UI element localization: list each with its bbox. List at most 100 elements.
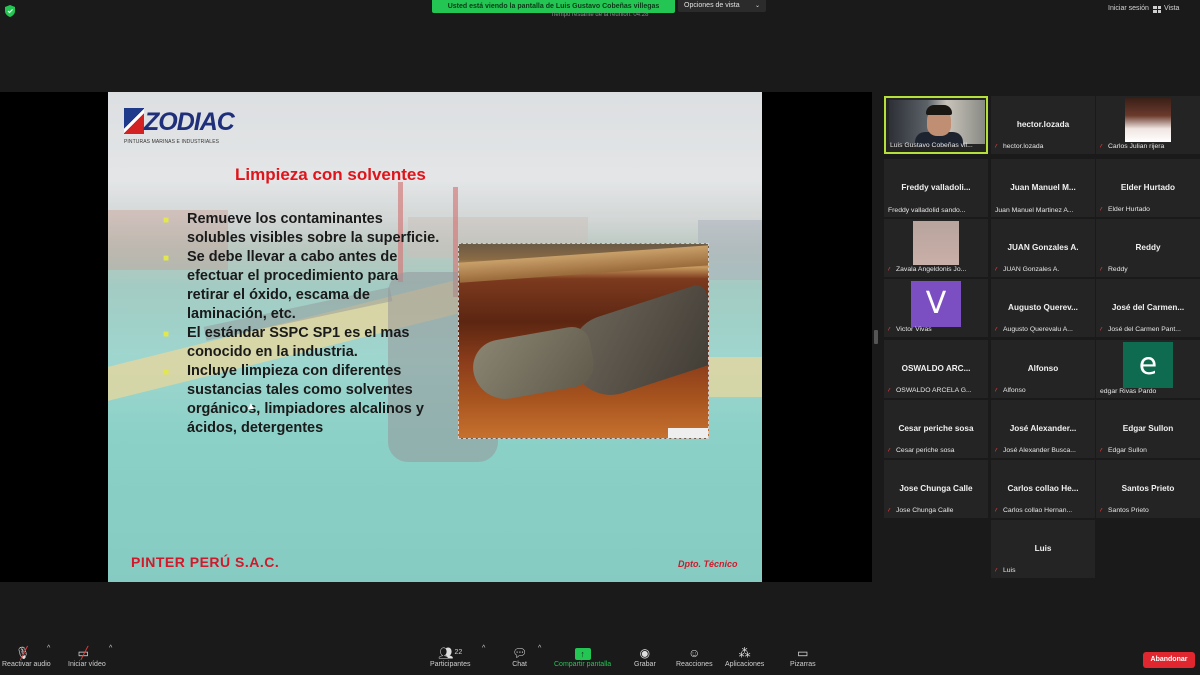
logo-mark-icon [124,108,144,134]
avatar [913,221,959,265]
mic-muted-icon: ⁄ [1100,207,1102,214]
participant-tile[interactable]: e edgar Rivas Pardo [1096,340,1200,398]
start-video-button[interactable]: ▭╱ Iniciar vídeo [68,645,106,668]
whiteboards-button[interactable]: ▭ Pizarras [790,645,816,668]
record-button[interactable]: ◉ Grabar [634,645,656,668]
participant-label: ⁄ Santos Prieto [1100,507,1196,515]
participant-label: edgar Rivas Pardo [1100,388,1196,395]
participant-name: José del Carmen... [1111,303,1185,312]
participants-icon: 👥︎22 [438,646,463,660]
participant-tile[interactable]: OSWALDO ARC... ⁄ OSWALDO ARCELA G... [884,340,988,398]
panel-resize-handle[interactable] [874,330,878,344]
mic-muted-icon: ⁄ [1100,508,1102,515]
participant-label: ⁄ Luis [995,567,1091,575]
bullet-text: Se debe llevar a cabo antes de efectuar … [187,249,399,322]
sign-in-button[interactable]: Iniciar sesión [1108,5,1149,12]
leave-meeting-button[interactable]: Abandonar [1143,652,1195,668]
participant-tile[interactable]: Alfonso ⁄ Alfonso [991,340,1095,398]
photo-beam [459,245,708,283]
participant-tile[interactable]: ⁄ Zavala Angeldonis Jo... [884,219,988,277]
start-video-label: Iniciar vídeo [68,661,106,668]
video-options-chevron-icon[interactable]: ^ [109,645,112,652]
bullet-icon: ■ [163,367,170,378]
participant-name: Juan Manuel M... [1010,183,1076,192]
participant-label-text: Cesar periche sosa [896,447,955,454]
unmute-button[interactable]: 🎙︎╱ Reactivar audio [2,645,51,668]
meeting-time-remaining: Tiempo restante de la reunión: 04:28 [550,12,649,18]
reactions-icon: ☺ [688,646,701,660]
participant-label: ⁄ Carlos Julian rijera [1100,143,1196,151]
slide-bullets: ■ Remueve los contaminantes solubles visi… [163,210,443,438]
participant-label-text: José Alexander Busca... [1003,447,1076,454]
participant-tile[interactable]: Jose Chunga Calle ⁄ Jose Chunga Calle [884,460,988,518]
mouse-cursor-icon: ▲ [246,401,256,412]
chat-label: Chat [512,661,528,668]
participant-label-text: Luis [1003,567,1016,574]
participant-tile[interactable]: ⁄ Carlos Julian rijera [1096,96,1200,154]
mic-muted-icon: 🎙︎╱ [15,646,31,660]
share-screen-button[interactable]: ↑ Compartir pantalla [554,645,611,668]
logo-subtitle: PINTURAS MARINAS E INDUSTRIALES [124,139,220,145]
avatar: e [1123,342,1173,388]
shield-icon[interactable] [5,5,15,17]
photo-glove [468,324,598,404]
participant-tile[interactable]: Carlos collao He... ⁄ Carlos collao Hernan… [991,460,1095,518]
view-options-button[interactable]: Opciones de vista ⌄ [678,0,766,12]
bullet-text: Incluye limpieza con diferentes sustanci… [187,363,424,436]
participant-tile[interactable]: JUAN Gonzales A. ⁄ JUAN Gonzales A. [991,219,1095,277]
participant-tile[interactable]: Augusto Querev... ⁄ Augusto Querevalu A... [991,279,1095,337]
bullet-icon: ■ [163,329,170,340]
participant-label: ⁄ Reddy [1100,266,1196,274]
mic-muted-icon: ⁄ [995,267,997,274]
audio-options-chevron-icon[interactable]: ^ [47,645,50,652]
slide-photo [458,243,709,439]
participant-label-text: Victor Vivas [896,326,932,333]
participant-video [889,100,985,146]
chat-icon: 💬︎ [512,646,528,660]
participant-tile[interactable]: hector.lozada ⁄ hector.lozada [991,96,1095,154]
reactions-button[interactable]: ☺ Reacciones [676,645,713,668]
participant-tile[interactable]: V ⁄ Victor Vivas [884,279,988,337]
participant-tile[interactable]: Edgar Sullon ⁄ Edgar Sullon [1096,400,1200,458]
participant-tile[interactable]: Santos Prieto ⁄ Santos Prieto [1096,460,1200,518]
participant-name: OSWALDO ARC... [901,364,971,373]
participant-tile[interactable]: Luis ⁄ Luis [991,520,1095,578]
participant-name: Carlos collao He... [1007,484,1079,493]
mic-muted-icon: ⁄ [1100,144,1102,151]
participant-tile[interactable]: José Alexander... ⁄ José Alexander Busca..… [991,400,1095,458]
participant-tile[interactable]: José del Carmen... ⁄ José del Carmen Pant.… [1096,279,1200,337]
participant-name: Edgar Sullon [1122,424,1174,433]
participant-tile[interactable]: Elder Hurtado ⁄ Elder Hurtado [1096,159,1200,217]
participant-label-text: Zavala Angeldonis Jo... [896,266,967,273]
participant-label: ⁄ hector.lozada [995,143,1091,151]
participant-label-text: Reddy [1108,266,1128,273]
chat-button[interactable]: 💬︎ Chat [512,645,527,668]
participant-label: ⁄ José Alexander Busca... [995,447,1091,455]
participant-label: ⁄ Carlos collao Hernan... [995,507,1091,515]
participant-name: Jose Chunga Calle [899,484,973,493]
bullet-text: Remueve los contaminantes solubles visib… [187,211,440,246]
mic-muted-icon: ⁄ [888,448,890,455]
participant-tile[interactable]: Cesar periche sosa ⁄ Cesar periche sosa [884,400,988,458]
mic-muted-icon: ⁄ [1100,448,1102,455]
participant-label-text: Luis Gustavo Cobeñas vil... [890,142,973,149]
record-label: Grabar [634,661,656,668]
participant-tile[interactable]: Reddy ⁄ Reddy [1096,219,1200,277]
participants-options-chevron-icon[interactable]: ^ [482,645,485,652]
apps-button[interactable]: ⁂ Aplicaciones [725,645,764,668]
participant-tile[interactable]: Juan Manuel M... Juan Manuel Martinez A..… [991,159,1095,217]
participant-label-text: Jose Chunga Calle [896,507,954,514]
participant-label: Juan Manuel Martinez A... [995,207,1091,214]
participant-label-text: hector.lozada [1003,143,1044,150]
chat-options-chevron-icon[interactable]: ^ [538,645,541,652]
view-button[interactable]: Vista [1164,5,1179,12]
zodiac-logo: ZODIAC PINTURAS MARINAS E INDUSTRIALES [124,108,235,148]
participant-tile[interactable]: Freddy valladoli... Freddy valladolid san… [884,159,988,217]
participant-name: Cesar periche sosa [898,424,974,433]
participant-tile[interactable]: Luis Gustavo Cobeñas vil... [884,96,988,154]
mic-muted-icon: ⁄ [995,568,997,575]
top-bar: Usted está viendo la pantalla de Luis Gu… [0,0,1200,24]
participants-button[interactable]: 👥︎22 Participantes [430,645,470,668]
reactions-label: Reacciones [676,661,713,668]
share-screen-label: Compartir pantalla [554,661,612,668]
